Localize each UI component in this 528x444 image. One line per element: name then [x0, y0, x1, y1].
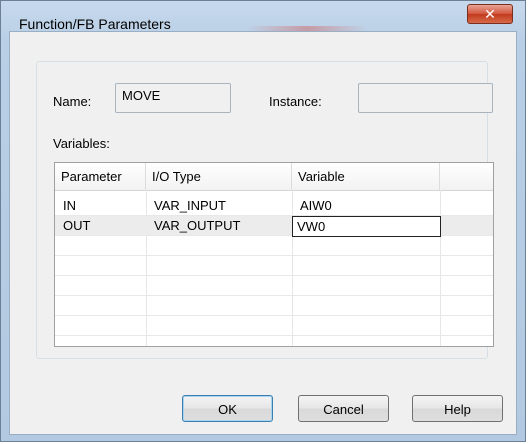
instance-label: Instance: [269, 94, 322, 109]
column-header-io-type[interactable]: I/O Type [146, 163, 292, 190]
table-row-empty[interactable] [55, 296, 493, 316]
cancel-button[interactable]: Cancel [298, 395, 389, 422]
ok-button[interactable]: OK [182, 395, 273, 422]
table-row-empty[interactable] [55, 276, 493, 296]
help-button[interactable]: Help [412, 395, 503, 422]
variables-label: Variables: [53, 136, 110, 151]
column-header-parameter[interactable]: Parameter [55, 163, 146, 190]
table-row-empty[interactable] [55, 236, 493, 256]
io-type-cell: VAR_INPUT [154, 198, 226, 213]
function-fb-parameters-dialog: Function/FB Parameters ✕ Name: MOVE Inst… [0, 0, 526, 442]
table-row-empty[interactable] [55, 336, 493, 346]
variable-edit-input[interactable] [292, 216, 441, 237]
variables-table[interactable]: Parameter I/O Type Variable IN VAR_INPUT… [54, 162, 494, 347]
close-icon: ✕ [484, 5, 496, 22]
table-header: Parameter I/O Type Variable [55, 163, 493, 191]
table-row-empty[interactable] [55, 316, 493, 336]
table-row-empty[interactable] [55, 256, 493, 276]
parameter-cell: IN [63, 198, 76, 213]
name-value: MOVE [122, 88, 161, 103]
close-button[interactable]: ✕ [467, 4, 513, 24]
parameter-cell: OUT [63, 218, 91, 233]
name-field: MOVE [115, 83, 231, 113]
window-title: Function/FB Parameters [19, 16, 171, 32]
name-label: Name: [53, 94, 92, 109]
variable-cell[interactable]: AIW0 [292, 196, 440, 215]
table-row[interactable]: IN VAR_INPUT AIW0 [55, 196, 493, 216]
io-type-cell: VAR_OUTPUT [154, 218, 241, 233]
column-header-variable[interactable]: Variable [292, 163, 440, 190]
instance-field [358, 83, 493, 113]
table-row[interactable]: OUT VAR_OUTPUT [55, 216, 493, 237]
